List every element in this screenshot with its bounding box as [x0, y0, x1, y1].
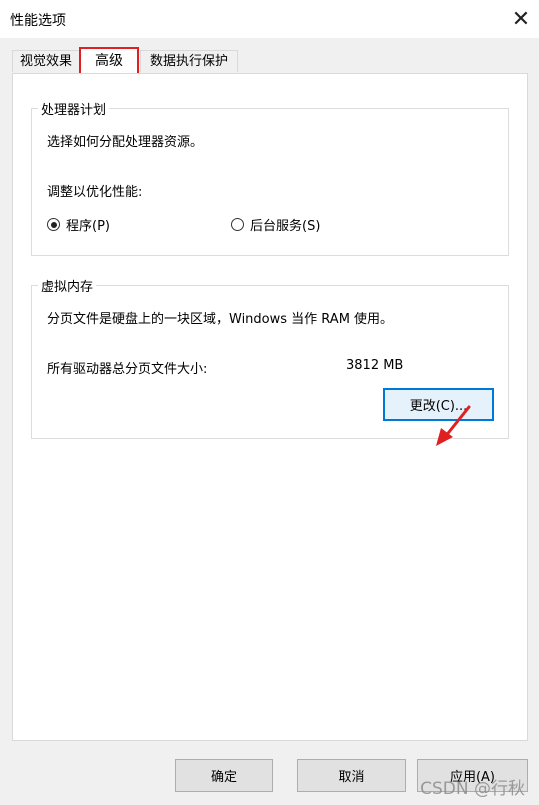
radio-background-services[interactable]: 后台服务(S) [231, 215, 320, 234]
red-arrow-icon [436, 405, 471, 446]
tab-visual-effects[interactable]: 视觉效果 [12, 50, 80, 72]
processor-scheduling-legend: 处理器计划 [38, 99, 110, 118]
virtual-memory-description: 分页文件是硬盘上的一块区域，Windows 当作 RAM 使用。 [47, 312, 394, 327]
window-title: 性能选项 [10, 13, 66, 29]
watermark: CSDN @行秋 [420, 779, 525, 799]
advanced-tab-panel: 处理器计划 选择如何分配处理器资源。 调整以优化性能: 程序(P) 后台服务(S… [12, 73, 528, 741]
radio-background-services-circle[interactable] [231, 218, 244, 231]
cancel-button[interactable]: 取消 [297, 759, 406, 792]
tab-data-execution-prevention[interactable]: 数据执行保护 [140, 50, 238, 72]
close-icon[interactable]: ✕ [503, 0, 539, 38]
radio-programs-label: 程序(P) [66, 219, 110, 234]
total-paging-size-value: 3812 MB [346, 358, 404, 373]
performance-options-dialog: 性能选项 ✕ 视觉效果 数据执行保护 高级 处理器计划 选择如何分配处理器资源。… [0, 0, 539, 805]
radio-background-services-label: 后台服务(S) [250, 219, 321, 234]
title-bar: 性能选项 ✕ [0, 0, 539, 38]
total-paging-size-label: 所有驱动器总分页文件大小: [47, 362, 208, 377]
tab-advanced[interactable]: 高级 [79, 47, 139, 74]
radio-programs[interactable]: 程序(P) [47, 215, 110, 234]
tab-strip: 视觉效果 数据执行保护 高级 [0, 38, 539, 74]
ok-button[interactable]: 确定 [175, 759, 273, 792]
processor-description: 选择如何分配处理器资源。 [47, 135, 204, 150]
processor-scheduling-group: 处理器计划 选择如何分配处理器资源。 调整以优化性能: 程序(P) 后台服务(S… [31, 99, 509, 256]
virtual-memory-legend: 虚拟内存 [38, 276, 97, 295]
radio-programs-circle[interactable] [47, 218, 60, 231]
adjust-for-label: 调整以优化性能: [47, 185, 143, 200]
